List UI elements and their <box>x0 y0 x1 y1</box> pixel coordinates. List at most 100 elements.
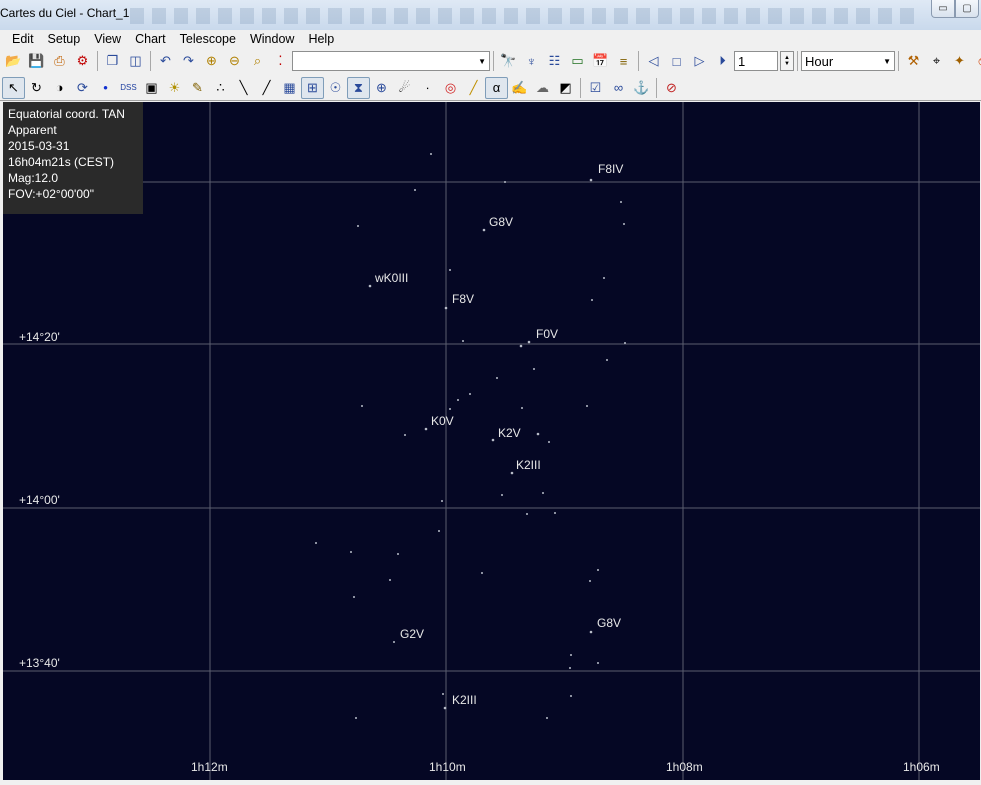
constellation-lines-icon[interactable]: ∴ <box>209 77 232 99</box>
star[interactable] <box>361 405 363 407</box>
anchor-icon[interactable]: ⚓ <box>630 77 653 99</box>
star[interactable] <box>430 153 432 155</box>
zoom-fit-icon[interactable]: ⌕ <box>246 50 269 72</box>
star[interactable] <box>536 432 540 436</box>
pointer-icon[interactable]: ↖ <box>2 76 25 99</box>
planet-icon[interactable]: ⊕ <box>370 77 393 99</box>
save-icon[interactable]: 💾 <box>25 50 48 72</box>
star[interactable] <box>462 340 464 342</box>
star[interactable] <box>623 223 625 225</box>
night-vision-icon[interactable]: ◩ <box>554 77 577 99</box>
time-step-input[interactable]: 1 <box>734 51 778 71</box>
star[interactable] <box>606 359 608 361</box>
minimize-button[interactable]: ▭ <box>931 0 955 18</box>
star[interactable] <box>603 277 605 279</box>
menu-chart[interactable]: Chart <box>128 32 173 46</box>
sky-chart-canvas[interactable]: F8IV G8V wK0III F8V F0V K0V K2V K2III G8… <box>3 102 980 780</box>
star[interactable] <box>481 572 483 574</box>
compass-icon[interactable]: ☉ <box>324 77 347 99</box>
lightbulb-icon[interactable]: ☀ <box>163 77 186 99</box>
star[interactable] <box>389 579 391 581</box>
spin-down-icon[interactable]: ▼ <box>784 61 790 67</box>
star[interactable] <box>443 706 447 710</box>
star[interactable] <box>449 269 451 271</box>
star[interactable] <box>355 717 357 719</box>
star[interactable] <box>597 569 599 571</box>
no-entry-icon[interactable]: ⦸ <box>971 50 981 72</box>
remove-marks-icon[interactable]: ⊘ <box>660 77 683 99</box>
time-step-spinner[interactable]: ▲ ▼ <box>780 51 794 71</box>
find-object-icon[interactable]: ♆ <box>520 50 543 72</box>
star[interactable] <box>496 377 498 379</box>
star[interactable] <box>570 695 572 697</box>
star[interactable] <box>519 344 523 348</box>
constellation-boundary-icon[interactable]: ╲ <box>232 77 255 99</box>
star[interactable] <box>469 393 471 395</box>
star[interactable] <box>554 512 556 514</box>
star[interactable] <box>350 551 352 553</box>
asteroid-icon[interactable]: ∙ <box>416 77 439 99</box>
cloud-icon[interactable]: ☁ <box>531 77 554 99</box>
copy-chart-icon[interactable]: ❐ <box>101 50 124 72</box>
ruler-icon[interactable]: ╱ <box>462 77 485 99</box>
star[interactable] <box>353 596 355 598</box>
menu-edit[interactable]: Edit <box>0 32 41 46</box>
star[interactable] <box>368 284 372 288</box>
crosshair-icon[interactable]: ⌖ <box>925 50 948 72</box>
object-search-combo[interactable]: ▼ <box>292 51 490 71</box>
print-icon[interactable]: ⎙ <box>48 50 71 72</box>
star[interactable] <box>457 399 459 401</box>
star[interactable] <box>442 693 444 695</box>
menu-view[interactable]: View <box>87 32 128 46</box>
target-icon[interactable]: ◎ <box>439 77 462 99</box>
telescope-icon[interactable]: ⚒ <box>902 50 925 72</box>
object-list-icon[interactable]: ☷ <box>543 50 566 72</box>
refresh-icon[interactable]: ⟳ <box>71 77 94 99</box>
star[interactable] <box>548 441 550 443</box>
zoom-out-icon[interactable]: ⊖ <box>223 50 246 72</box>
star-dot-icon[interactable]: • <box>94 77 117 99</box>
marker-dots-icon[interactable]: ⁚ <box>269 50 292 72</box>
step-forward-icon[interactable]: ▷ <box>688 50 711 72</box>
rotate-icon[interactable]: ↻ <box>25 77 48 99</box>
star[interactable] <box>438 530 440 532</box>
star[interactable] <box>393 641 395 643</box>
star[interactable] <box>444 306 448 310</box>
star[interactable] <box>357 225 359 227</box>
undo-icon[interactable]: ↶ <box>154 50 177 72</box>
calendar-icon[interactable]: 📅 <box>589 50 612 72</box>
star[interactable] <box>620 201 622 203</box>
star[interactable] <box>501 494 503 496</box>
star[interactable] <box>589 178 593 182</box>
star[interactable] <box>424 427 428 431</box>
grid-icon[interactable]: ▦ <box>278 77 301 99</box>
star[interactable] <box>597 662 599 664</box>
star[interactable] <box>449 408 451 410</box>
camera-icon[interactable]: ▣ <box>140 77 163 99</box>
star[interactable] <box>414 189 416 191</box>
maximize-button[interactable]: ▢ <box>955 0 979 18</box>
star[interactable] <box>542 492 544 494</box>
star[interactable] <box>586 405 588 407</box>
star[interactable] <box>504 181 506 183</box>
time-config-icon[interactable]: ≡ <box>612 50 635 72</box>
menu-telescope[interactable]: Telescope <box>173 32 243 46</box>
open-folder-icon[interactable]: 📂 <box>2 50 25 72</box>
star[interactable] <box>546 717 548 719</box>
alpha-label-icon[interactable]: α <box>485 76 508 99</box>
star[interactable] <box>526 513 528 515</box>
star[interactable] <box>510 471 514 475</box>
label-edit-icon[interactable]: ✍ <box>508 77 531 99</box>
star[interactable] <box>315 542 317 544</box>
star[interactable] <box>569 667 571 669</box>
star[interactable] <box>589 630 593 634</box>
star[interactable] <box>482 228 486 232</box>
menu-help[interactable]: Help <box>301 32 341 46</box>
binoculars-search-icon[interactable]: 🔭 <box>497 50 520 72</box>
milky-way-icon[interactable]: ╱ <box>255 77 278 99</box>
sky-chart[interactable]: F8IV G8V wK0III F8V F0V K0V K2V K2III G8… <box>3 102 980 780</box>
calibrate-icon[interactable]: ☑ <box>584 77 607 99</box>
flip-icon[interactable]: ◑ <box>48 77 71 99</box>
star[interactable] <box>441 500 443 502</box>
star[interactable] <box>589 580 591 582</box>
